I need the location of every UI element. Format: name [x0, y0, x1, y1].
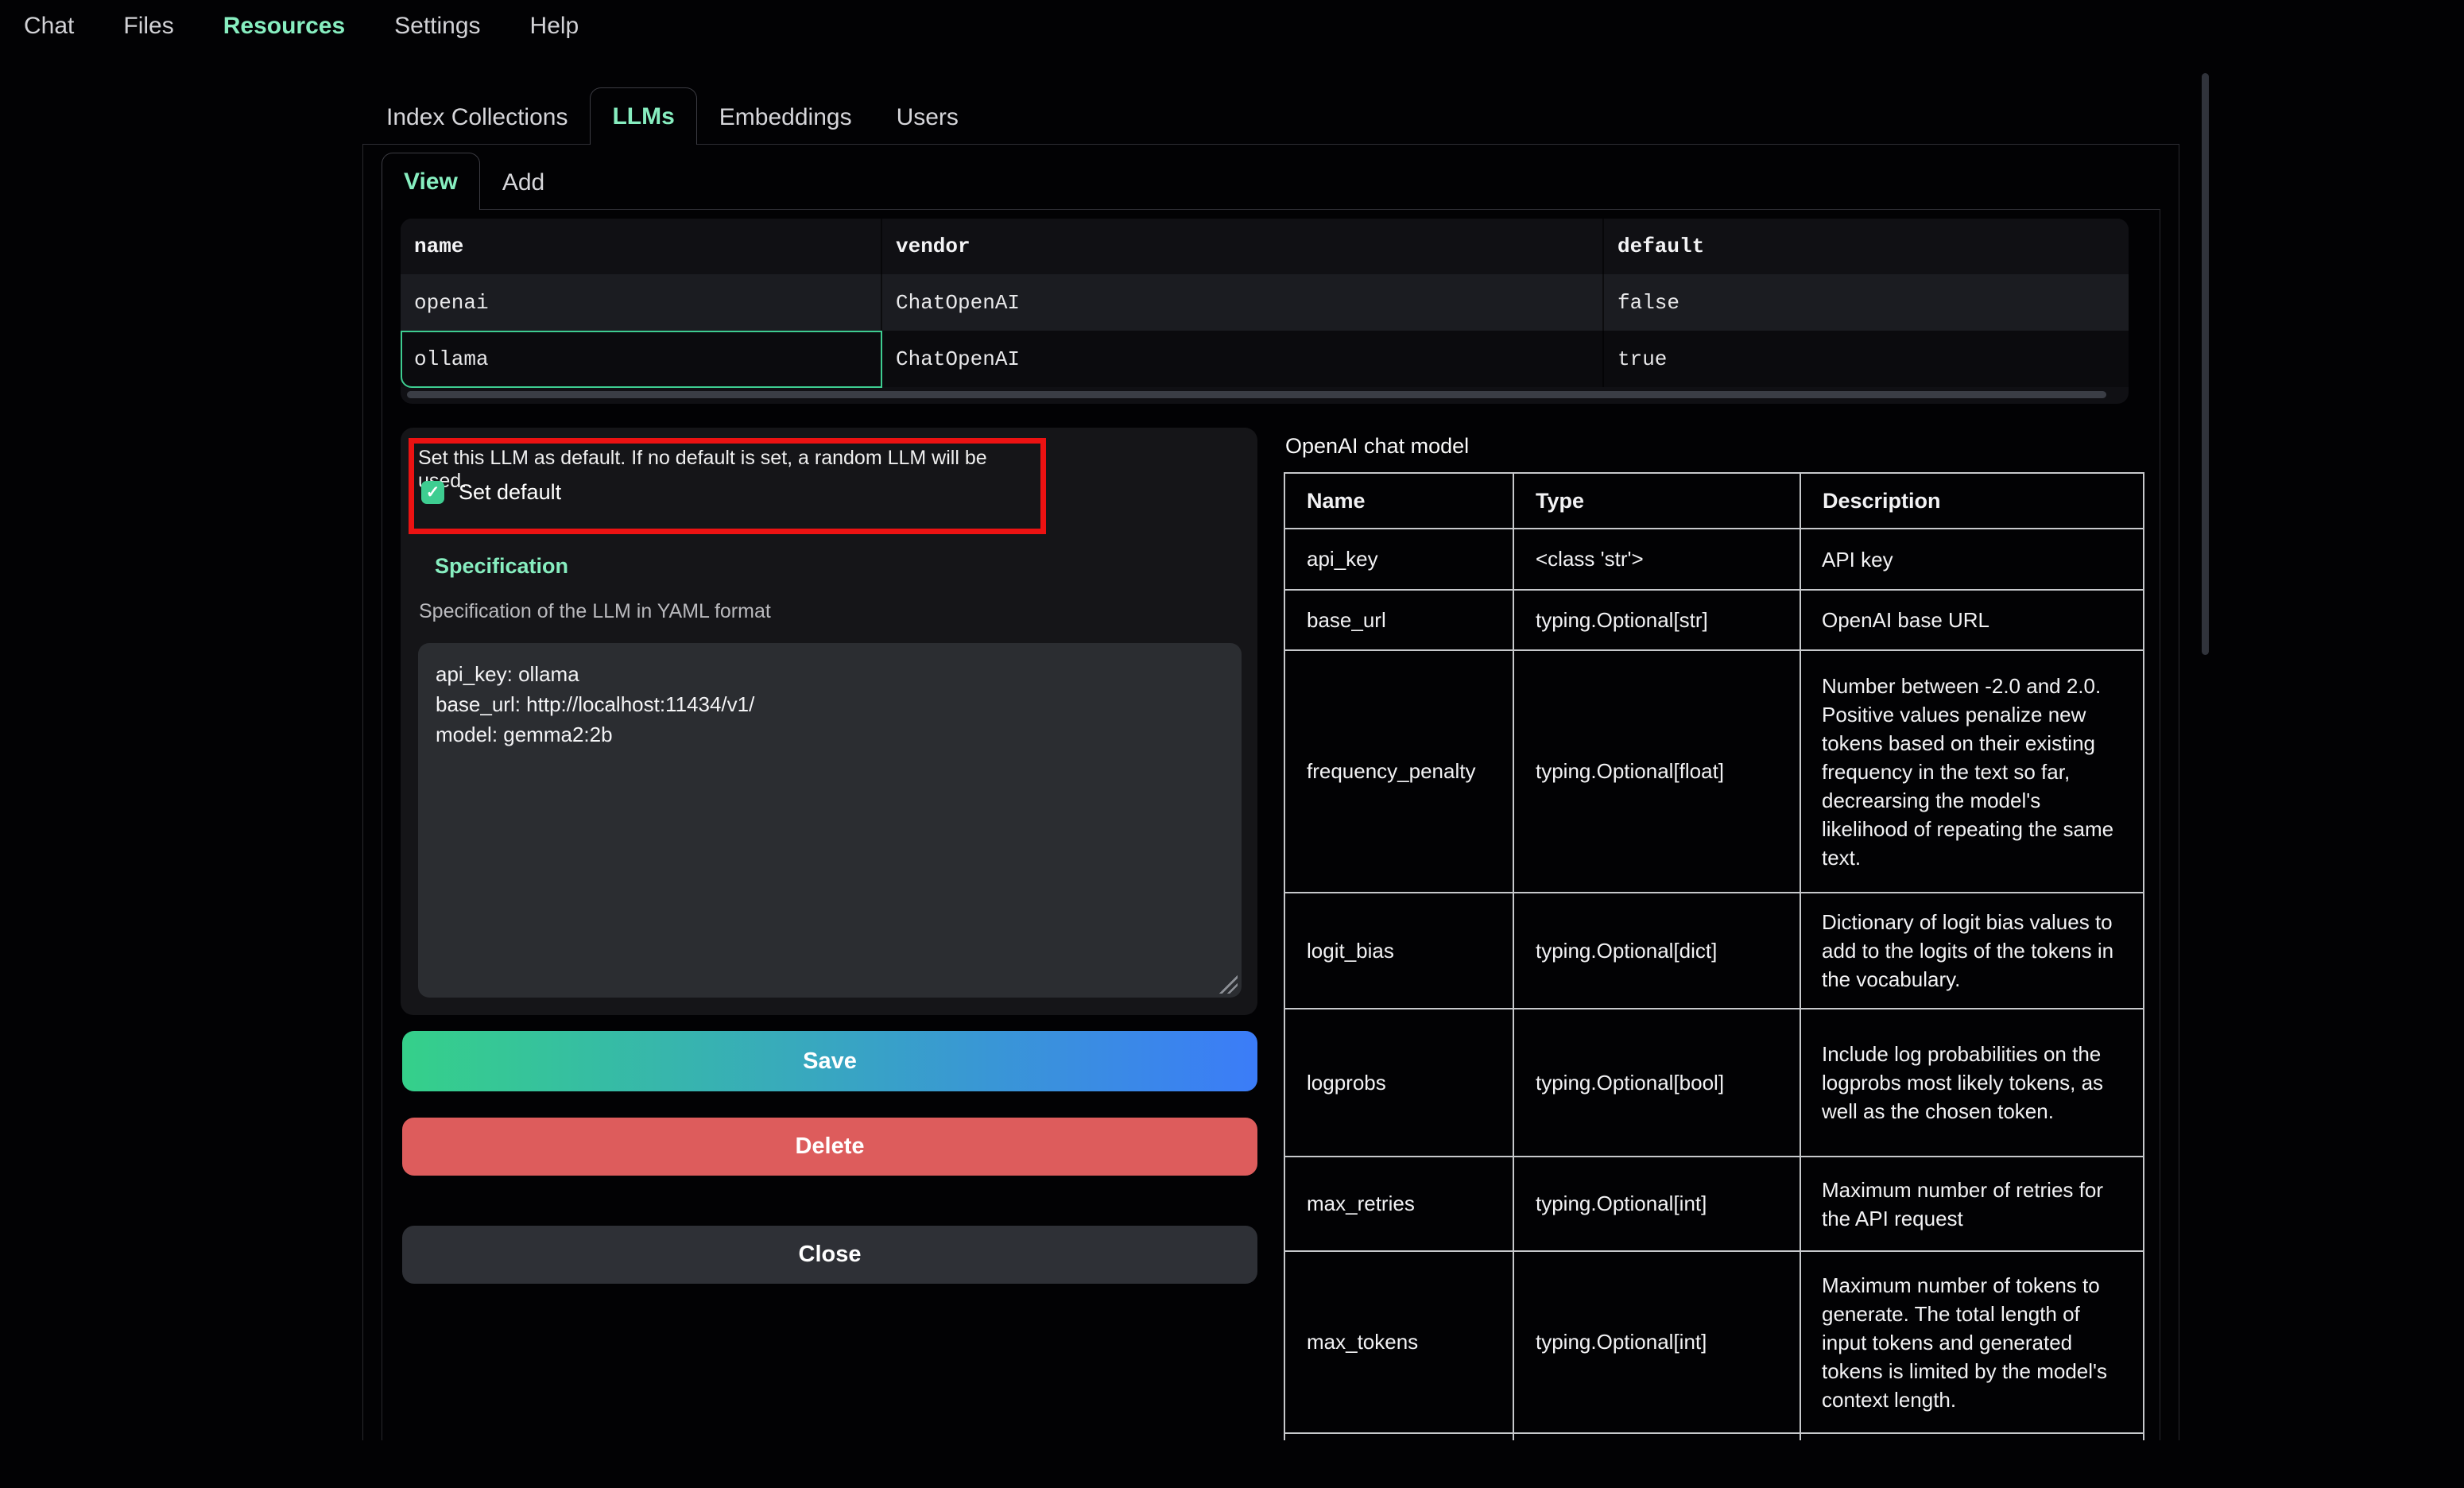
yaml-spec-textarea[interactable]	[418, 643, 1242, 998]
yaml-editor-wrapper	[418, 643, 1242, 998]
vertical-scrollbar-thumb[interactable]	[2202, 73, 2209, 655]
llm-cell-vendor: ChatOpenAI	[882, 331, 1604, 387]
llm-column-header-vendor: vendor	[882, 219, 1604, 274]
llm-table-row[interactable]: openaiChatOpenAIfalse	[401, 274, 2129, 331]
specification-subtitle: Specification of the LLM in YAML format	[419, 600, 771, 623]
param-name: base_url	[1284, 590, 1513, 650]
set-default-checkbox[interactable]: ✓	[421, 481, 444, 504]
param-name: frequency_penalty	[1284, 650, 1513, 893]
param-row-base_url: base_urltyping.Optional[str]OpenAI base …	[1284, 590, 2144, 650]
close-button[interactable]: Close	[402, 1226, 1257, 1284]
nav-item-chat[interactable]: Chat	[24, 13, 74, 40]
param-description: API key	[1800, 529, 2144, 590]
llm-cell-name: ollama	[401, 331, 882, 387]
primary-tabs: Index CollectionsLLMsEmbeddingsUsers	[362, 87, 2179, 145]
llm-column-header-default: default	[1604, 219, 2129, 274]
param-type: typing.Optional[float]	[1513, 650, 1800, 893]
param-row-partial	[1284, 1433, 2144, 1440]
llm-table-rows: namevendordefaultopenaiChatOpenAIfalseol…	[401, 219, 2129, 387]
param-name	[1284, 1433, 1513, 1440]
nav-item-resources[interactable]: Resources	[223, 13, 345, 40]
param-type: typing.Optional[int]	[1513, 1157, 1800, 1251]
param-type: typing.Optional[int]	[1513, 1251, 1800, 1433]
param-row-logprobs: logprobstyping.Optional[bool]Include log…	[1284, 1009, 2144, 1157]
param-description: Include log probabilities on the logprob…	[1800, 1009, 2144, 1157]
llm-column-header-name: name	[401, 219, 882, 274]
param-row-max_retries: max_retriestyping.Optional[int]Maximum n…	[1284, 1157, 2144, 1251]
param-column-header-description: Description	[1800, 473, 2144, 529]
delete-button[interactable]: Delete	[402, 1118, 1257, 1176]
param-panel-title: OpenAI chat model	[1285, 434, 1469, 459]
param-name: max_tokens	[1284, 1251, 1513, 1433]
param-type: <class 'str'>	[1513, 529, 1800, 590]
param-name: api_key	[1284, 529, 1513, 590]
param-description: Maximum number of retries for the API re…	[1800, 1157, 2144, 1251]
param-column-header-type: Type	[1513, 473, 1800, 529]
specification-heading: Specification	[435, 554, 568, 579]
param-description: OpenAI base URL	[1800, 590, 2144, 650]
tab-users[interactable]: Users	[874, 91, 981, 144]
llm-cell-vendor: ChatOpenAI	[882, 274, 1604, 331]
set-default-label: Set default	[459, 480, 561, 505]
subtab-view[interactable]: View	[382, 153, 480, 210]
param-row-max_tokens: max_tokenstyping.Optional[int]Maximum nu…	[1284, 1251, 2144, 1433]
param-type: typing.Optional[bool]	[1513, 1009, 1800, 1157]
param-row-api_key: api_key<class 'str'>API key	[1284, 529, 2144, 590]
param-name: logit_bias	[1284, 893, 1513, 1009]
param-column-header-name: Name	[1284, 473, 1513, 529]
param-description: Maximum number of tokens to generate. Th…	[1800, 1251, 2144, 1433]
param-type	[1513, 1433, 1800, 1440]
set-default-row: ✓ Set default	[421, 480, 561, 505]
param-description: Number between -2.0 and 2.0. Positive va…	[1800, 650, 2144, 893]
save-button[interactable]: Save	[402, 1031, 1257, 1091]
param-type: typing.Optional[dict]	[1513, 893, 1800, 1009]
nav-item-settings[interactable]: Settings	[394, 13, 480, 40]
top-nav: Chat Files Resources Settings Help	[24, 13, 579, 40]
nav-item-files[interactable]: Files	[123, 13, 173, 40]
checkmark-icon: ✓	[426, 484, 440, 501]
tab-index-collections[interactable]: Index Collections	[364, 91, 590, 144]
param-type: typing.Optional[str]	[1513, 590, 1800, 650]
llm-cell-name: openai	[401, 274, 882, 331]
param-table: NameTypeDescriptionapi_key<class 'str'>A…	[1284, 472, 2144, 1440]
param-header-row: NameTypeDescription	[1284, 473, 2144, 529]
tab-embeddings[interactable]: Embeddings	[697, 91, 874, 144]
llm-list-table: namevendordefaultopenaiChatOpenAIfalseol…	[401, 219, 2129, 404]
param-row-frequency_penalty: frequency_penaltytyping.Optional[float]N…	[1284, 650, 2144, 893]
llm-table-row-selected[interactable]: ollamaChatOpenAItrue	[401, 331, 2129, 387]
secondary-tabs: ViewAdd	[382, 153, 2160, 210]
param-table-wrapper: NameTypeDescriptionapi_key<class 'str'>A…	[1284, 472, 2147, 1440]
horizontal-scrollbar-thumb[interactable]	[407, 391, 2106, 398]
subtab-add[interactable]: Add	[480, 157, 567, 209]
param-name: max_retries	[1284, 1157, 1513, 1251]
param-description	[1800, 1433, 2144, 1440]
llm-cell-default: true	[1604, 331, 2129, 387]
param-row-logit_bias: logit_biastyping.Optional[dict]Dictionar…	[1284, 893, 2144, 1009]
llm-cell-default: false	[1604, 274, 2129, 331]
param-description: Dictionary of logit bias values to add t…	[1800, 893, 2144, 1009]
nav-item-help[interactable]: Help	[530, 13, 579, 40]
tab-llms[interactable]: LLMs	[590, 87, 696, 145]
llm-detail-card: Set this LLM as default. If no default i…	[401, 428, 1257, 1015]
llm-table-header-row: namevendordefault	[401, 219, 2129, 274]
param-name: logprobs	[1284, 1009, 1513, 1157]
